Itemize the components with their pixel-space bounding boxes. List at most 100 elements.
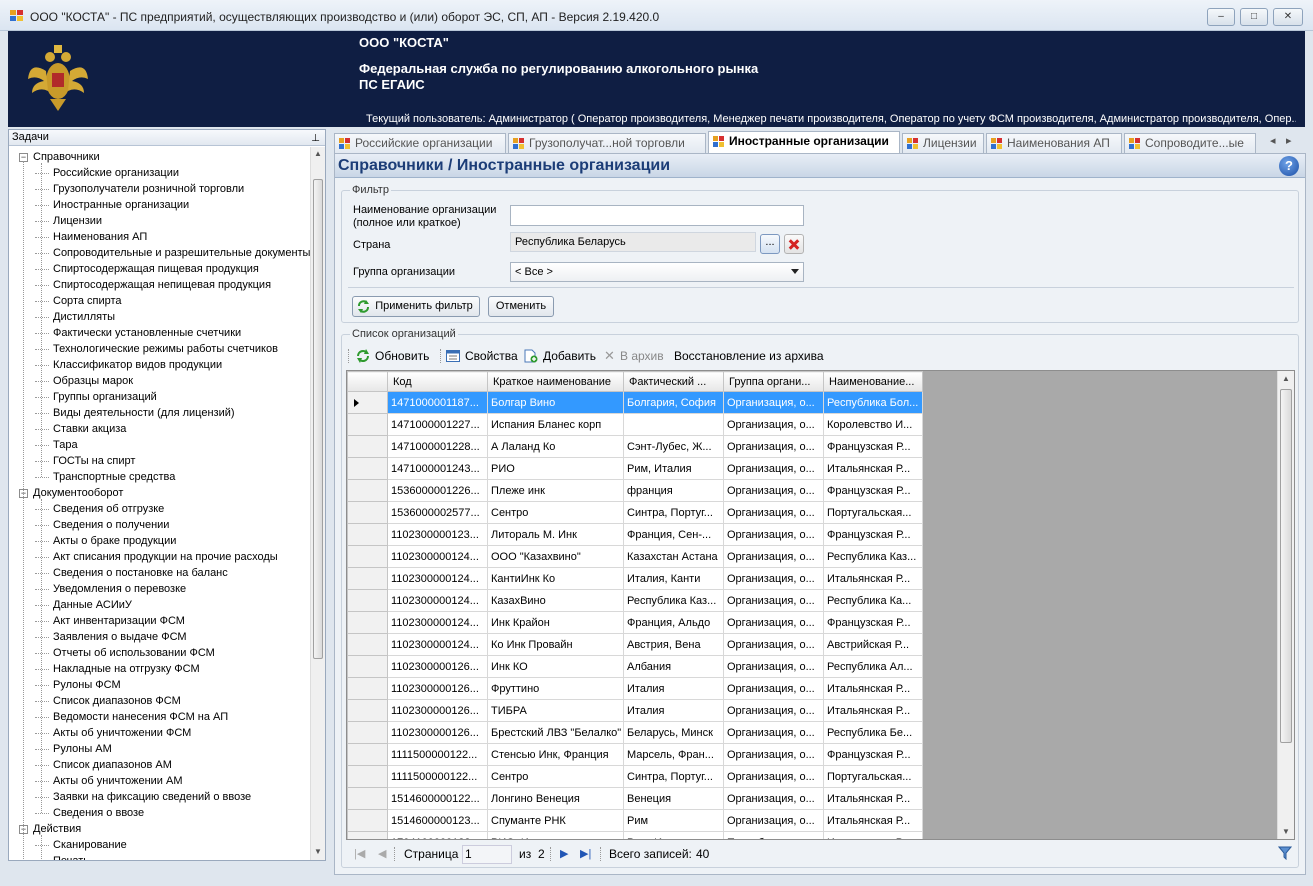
table-cell[interactable]: Рим, Италия — [623, 457, 724, 480]
table-cell[interactable]: 1102300000124... — [387, 611, 488, 634]
scroll-down-icon[interactable]: ▼ — [314, 847, 322, 856]
table-cell[interactable]: Организация, о... — [723, 633, 824, 656]
row-header[interactable] — [347, 787, 388, 810]
tree-item[interactable]: Грузополучатели розничной торговли — [9, 181, 244, 197]
table-cell[interactable]: 1536000001226... — [387, 479, 488, 502]
row-header[interactable] — [347, 501, 388, 524]
minimize-button[interactable]: – — [1207, 8, 1235, 26]
table-cell[interactable]: Синтра, Португ... — [623, 765, 724, 788]
table-row[interactable]: 1536000001226... Плеже инк франция Организа… — [347, 479, 923, 502]
tree-item[interactable]: Дистилляты — [9, 309, 115, 325]
table-cell[interactable]: Итальянская Р... — [823, 787, 923, 810]
table-row[interactable]: 1102300000124... КантиИнк Ко Италия, Канти… — [347, 567, 923, 590]
table-cell[interactable]: Организация, о... — [723, 435, 824, 458]
table-cell[interactable]: Организация, о... — [723, 721, 824, 744]
row-header[interactable] — [347, 655, 388, 678]
cancel-filter-button[interactable]: Отменить — [488, 296, 554, 317]
table-cell[interactable]: Сентро — [487, 501, 624, 524]
row-header[interactable] — [347, 435, 388, 458]
table-cell[interactable]: 1704100000123... — [387, 831, 488, 839]
table-cell[interactable]: Республика Бе... — [823, 721, 923, 744]
scroll-up-icon[interactable]: ▲ — [1282, 374, 1290, 383]
tree-item[interactable]: Акты об уничтожении ФСМ — [9, 725, 191, 741]
table-cell[interactable]: Французская Р... — [823, 523, 923, 546]
table-cell[interactable]: Венеция — [623, 787, 724, 810]
table-cell[interactable]: Организация, о... — [723, 457, 824, 480]
row-header[interactable] — [347, 391, 388, 414]
first-page-button[interactable]: |◀ — [354, 847, 365, 860]
table-cell[interactable]: 1111500000122... — [387, 765, 488, 788]
table-cell[interactable]: Ко Инк Провайн — [487, 633, 624, 656]
archive-button[interactable]: ✕ В архив — [604, 348, 664, 364]
column-header[interactable]: Фактический ... — [623, 371, 724, 392]
table-cell[interactable]: Стенсью Инк, Франция — [487, 743, 624, 766]
org-name-input[interactable] — [510, 205, 804, 226]
table-cell[interactable]: Лонгино Венеция — [487, 787, 624, 810]
table-row[interactable]: 1471000001227... Испания Бланес корп Орган… — [347, 413, 923, 436]
table-cell[interactable]: РИО — [487, 457, 624, 480]
tab-6[interactable]: Сопроводите...ые — [1124, 133, 1256, 153]
table-cell[interactable]: Организация, о... — [723, 523, 824, 546]
tree-item[interactable]: Печать — [9, 853, 89, 860]
last-page-button[interactable]: ▶| — [580, 847, 591, 860]
tree-item[interactable]: Технологические режимы работы счетчиков — [9, 341, 278, 357]
table-cell[interactable]: Организация, о... — [723, 479, 824, 502]
table-cell[interactable]: Болгар Вино — [487, 391, 624, 414]
table-cell[interactable]: Организация, о... — [723, 413, 824, 436]
pin-icon[interactable]: ⊥ — [311, 131, 320, 146]
tab-5[interactable]: Наименования АП — [986, 133, 1122, 153]
table-cell[interactable]: Французская Р... — [823, 743, 923, 766]
tree-item[interactable]: Отчеты об использовании ФСМ — [9, 645, 215, 661]
table-cell[interactable]: Республика Ал... — [823, 655, 923, 678]
row-header[interactable] — [347, 567, 388, 590]
table-cell[interactable]: Инк КО — [487, 655, 624, 678]
table-cell[interactable]: А Лаланд Ко — [487, 435, 624, 458]
table-cell[interactable]: Организация, о... — [723, 567, 824, 590]
table-cell[interactable]: ООО "Казахвино" — [487, 545, 624, 568]
column-header[interactable]: Код — [387, 371, 488, 392]
country-browse-button[interactable]: ... — [760, 234, 780, 254]
table-cell[interactable]: 1102300000126... — [387, 655, 488, 678]
country-clear-button[interactable] — [784, 234, 804, 254]
tree-item[interactable]: Список диапазонов ФСМ — [9, 693, 181, 709]
tree-item[interactable]: Заявления о выдаче ФСМ — [9, 629, 187, 645]
tree-item[interactable]: Список диапазонов АМ — [9, 757, 172, 773]
table-row[interactable]: 1704100000123...РИО, ИталияРим, ИталияПо… — [347, 831, 923, 839]
table-cell[interactable]: Италия — [623, 699, 724, 722]
tree-item[interactable]: Транспортные средства — [9, 469, 175, 485]
row-header[interactable] — [347, 523, 388, 546]
table-cell[interactable]: Албания — [623, 655, 724, 678]
tab-3[interactable]: Иностранные организации — [708, 131, 900, 153]
table-cell[interactable]: Беларусь, Минск — [623, 721, 724, 744]
table-cell[interactable]: 1471000001227... — [387, 413, 488, 436]
table-cell[interactable]: 1514600000123... — [387, 809, 488, 832]
table-row[interactable]: 1514600000122... Лонгино Венеция Венеция Ор… — [347, 787, 923, 810]
table-cell[interactable]: 1471000001243... — [387, 457, 488, 480]
tree-item[interactable]: Сканирование — [9, 837, 127, 853]
properties-button[interactable]: Свойства — [446, 348, 518, 364]
org-group-select[interactable]: < Все > — [510, 262, 804, 282]
table-cell[interactable]: Республика Ка... — [823, 589, 923, 612]
next-page-button[interactable]: ▶ — [560, 847, 568, 860]
table-cell[interactable]: Итальянская Р... — [823, 809, 923, 832]
table-cell[interactable]: Сэнт-Лубес, Ж... — [623, 435, 724, 458]
row-header[interactable] — [347, 545, 388, 568]
table-cell[interactable]: Организация, о... — [723, 699, 824, 722]
table-row[interactable]: 1102300000123... Литораль М. Инк Франция, … — [347, 523, 923, 546]
row-header[interactable] — [347, 809, 388, 832]
row-header[interactable] — [347, 479, 388, 502]
column-header[interactable]: Наименование... — [823, 371, 923, 392]
table-cell[interactable]: Организация, о... — [723, 765, 824, 788]
table-row[interactable]: 1102300000126... Брестский ЛВЗ "Белалко" Б… — [347, 721, 923, 744]
table-cell[interactable]: Франция, Альдо — [623, 611, 724, 634]
row-header[interactable] — [347, 413, 388, 436]
table-cell[interactable]: 1102300000126... — [387, 721, 488, 744]
table-cell[interactable]: Организация, о... — [723, 545, 824, 568]
table-cell[interactable]: 1102300000124... — [387, 633, 488, 656]
tree-item[interactable]: Рулоны АМ — [9, 741, 112, 757]
table-cell[interactable]: 1514600000122... — [387, 787, 488, 810]
table-cell[interactable]: Организация, о... — [723, 589, 824, 612]
table-cell[interactable]: 1111500000122... — [387, 743, 488, 766]
tree-item[interactable]: Уведомления о перевозке — [9, 581, 186, 597]
table-cell[interactable]: 1102300000124... — [387, 545, 488, 568]
